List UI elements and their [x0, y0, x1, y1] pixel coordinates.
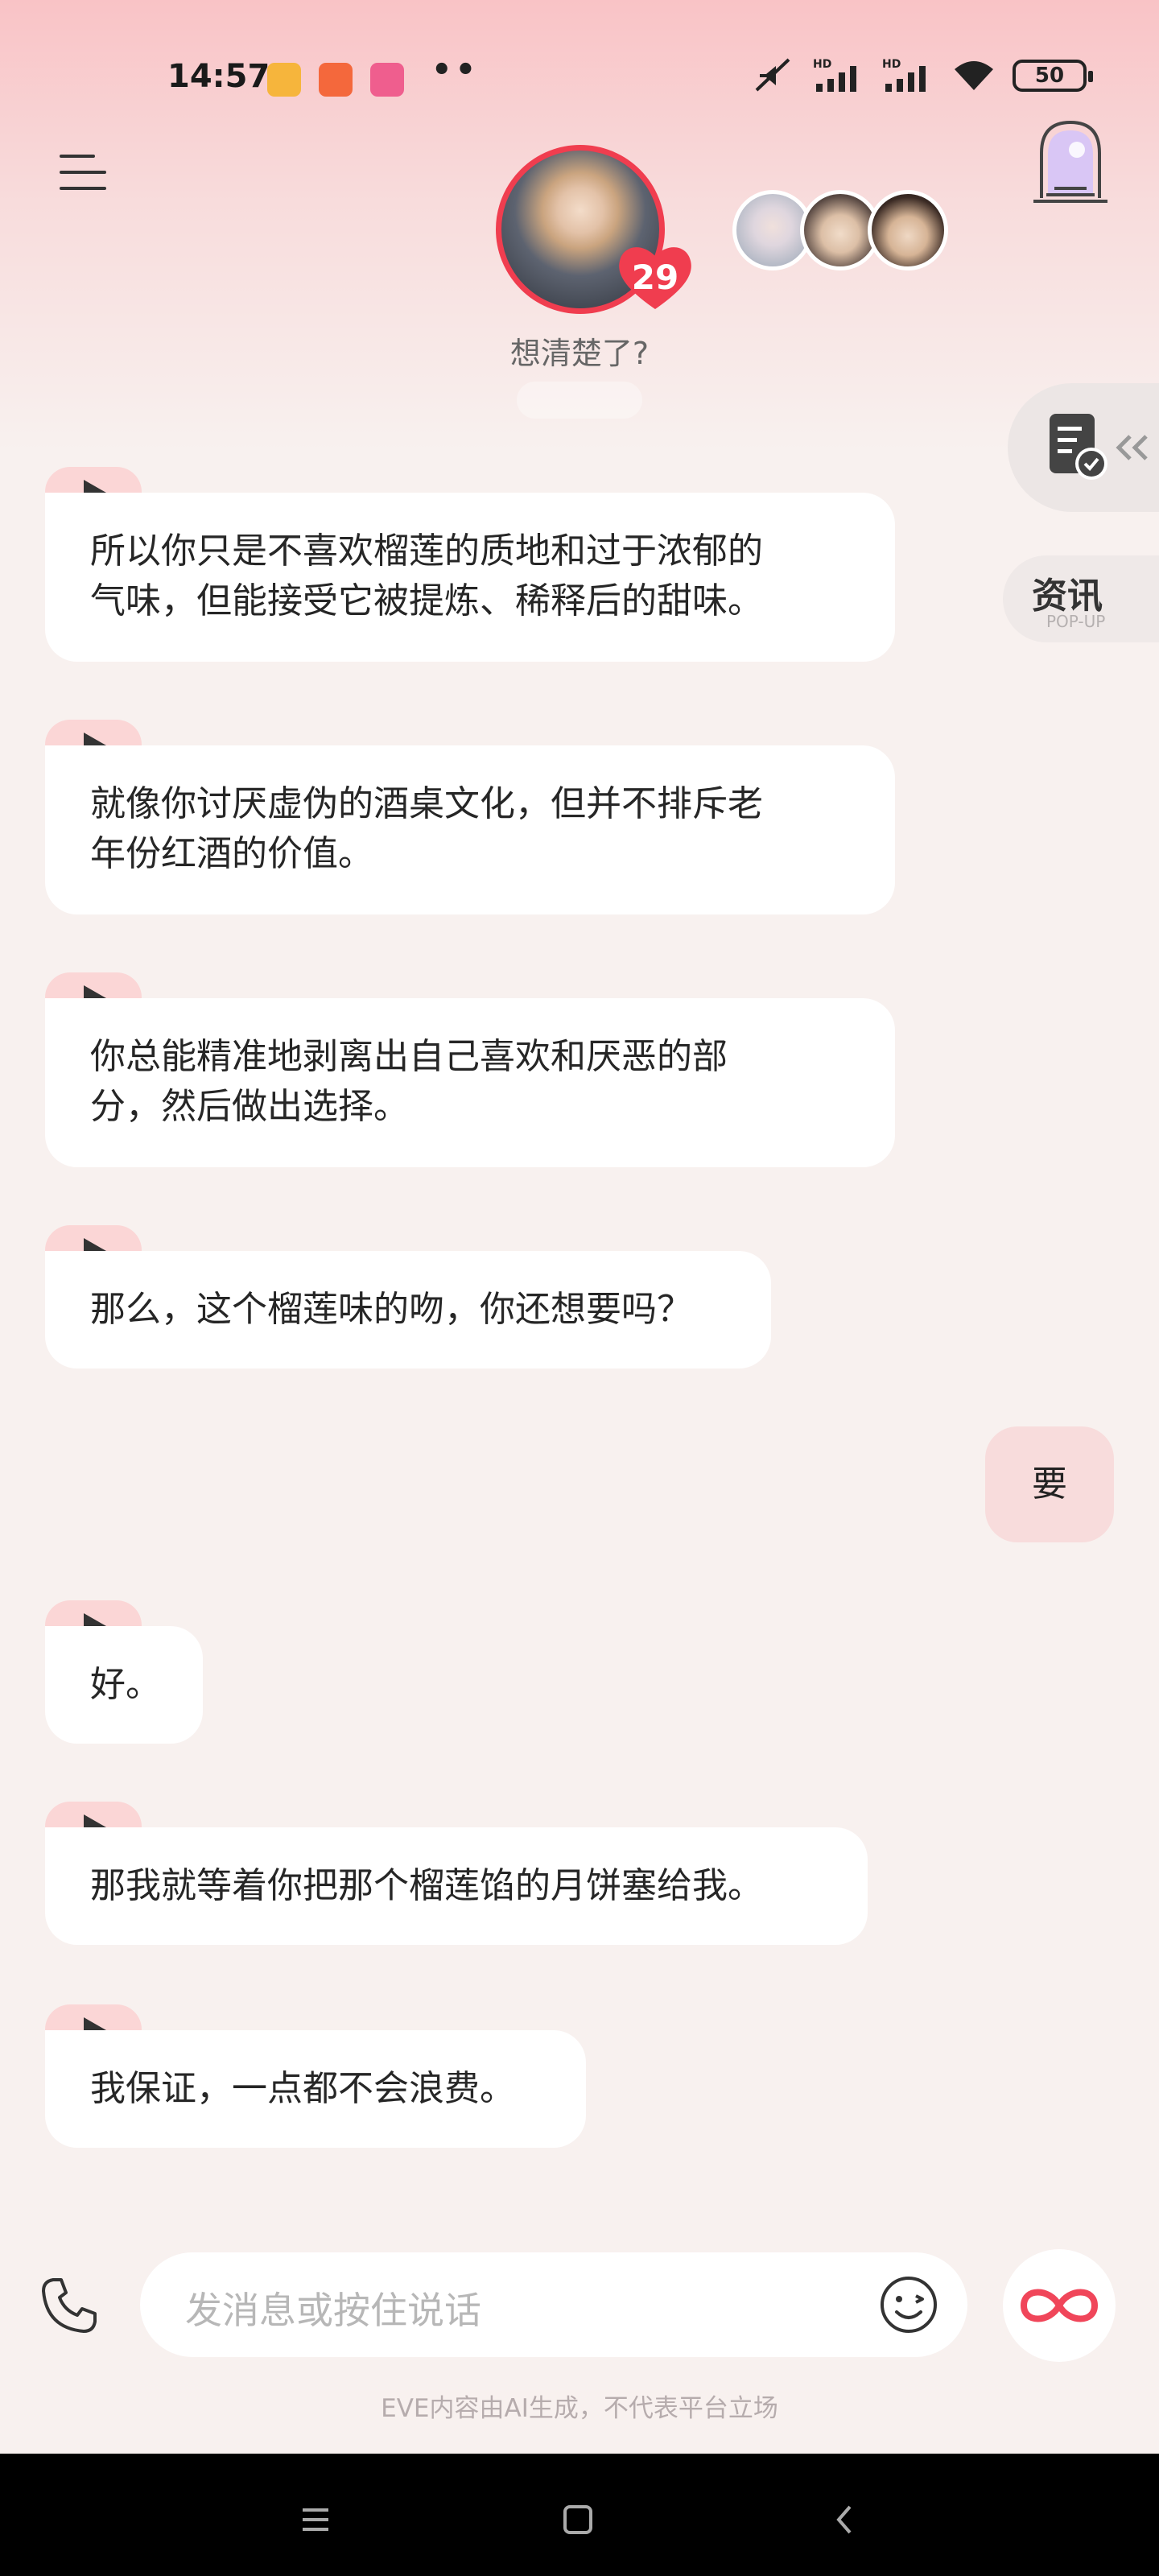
affinity-heart-badge: 29: [617, 242, 694, 311]
message-bubble: 你总能精准地剥离出自己喜欢和厌恶的部 分，然后做出选择。: [45, 998, 895, 1167]
notes-app-icon: [267, 63, 301, 97]
infinity-icon: [1020, 2289, 1099, 2322]
message-bubble: 所以你只是不喜欢榴莲的质地和过于浓郁的 气味，但能接受它被提炼、稀释后的甜味。: [45, 493, 895, 662]
message-line: 年份红酒的价值。: [90, 833, 373, 874]
status-bar: 14:57 •• HD HD 50: [0, 48, 1159, 113]
character-switcher[interactable]: [732, 190, 948, 270]
mute-icon: [755, 58, 790, 92]
ai-disclaimer: EVE内容由AI生成，不代表平台立场: [381, 2394, 778, 2423]
affinity-count: 29: [631, 258, 679, 297]
wifi-icon: [955, 61, 993, 90]
shopping-app-icon: [319, 63, 353, 97]
message-line: 好。: [90, 1664, 161, 1705]
collapse-chevron-icon: [1116, 435, 1148, 460]
message-line: 那我就等着你把那个榴莲馅的月饼塞给我。: [90, 1865, 763, 1906]
news-title: 资讯: [1032, 576, 1103, 617]
message-line: 就像你讨厌虚伪的酒桌文化，但并不排斥老: [90, 783, 763, 824]
message-bubble: 好。: [45, 1626, 203, 1744]
message-bubble: 我保证，一点都不会浪费。: [45, 2030, 586, 2148]
svg-text:HD: HD: [813, 58, 831, 71]
message-line: 你总能精准地剥离出自己喜欢和厌恶的部: [90, 1036, 728, 1077]
character-avatar[interactable]: 29: [496, 145, 691, 314]
status-time: 14:57: [167, 58, 270, 95]
menu-icon[interactable]: [60, 153, 106, 192]
status-icons: HD HD 50: [752, 56, 1093, 95]
signal-2-icon: HD: [882, 58, 926, 92]
checklist-doc-icon: [1050, 414, 1107, 480]
message-input[interactable]: 发消息或按住说话: [140, 2252, 967, 2357]
bilibili-app-icon: [370, 63, 404, 97]
recent-apps-icon[interactable]: [291, 2496, 340, 2544]
infinity-mode-button[interactable]: [1003, 2249, 1116, 2362]
news-subtitle: POP-UP: [1046, 612, 1106, 631]
back-icon[interactable]: [821, 2496, 869, 2544]
message-line: 气味，但能接受它被提炼、稀释后的甜味。: [90, 580, 763, 621]
user-message-bubble: 要: [985, 1426, 1114, 1542]
battery-indicator: 50: [1013, 60, 1093, 92]
character-mood-text: 想清楚了?: [509, 336, 650, 371]
home-icon[interactable]: [554, 2496, 602, 2544]
faded-tag: [517, 382, 642, 419]
message-bubble: 那么，这个榴莲味的吻，你还想要吗？: [45, 1251, 771, 1368]
message-bubble: 就像你讨厌虚伪的酒桌文化，但并不排斥老 年份红酒的价值。: [45, 745, 895, 914]
phone-call-icon[interactable]: [39, 2275, 100, 2336]
more-notifications-icon: ••: [431, 52, 480, 89]
input-placeholder: 发消息或按住说话: [185, 2289, 481, 2332]
emoji-icon[interactable]: [879, 2275, 938, 2334]
message-line: 分，然后做出选择。: [90, 1086, 409, 1127]
message-line: 所以你只是不喜欢榴莲的质地和过于浓郁的: [90, 530, 763, 572]
side-news-button[interactable]: 资讯 POP-UP: [1003, 555, 1159, 642]
signal-1-icon: HD: [813, 58, 856, 92]
message-bubble: 那我就等着你把那个榴莲馅的月饼塞给我。: [45, 1827, 868, 1945]
system-nav-bar: [0, 2454, 1159, 2576]
message-line: 那么，这个榴莲味的吻，你还想要吗？: [90, 1289, 692, 1330]
side-checklist-button[interactable]: [1008, 383, 1159, 512]
svg-text:HD: HD: [882, 58, 901, 71]
character-avatar-3[interactable]: [868, 190, 948, 270]
archway-portal-icon[interactable]: [1030, 118, 1111, 206]
message-line: 我保证，一点都不会浪费。: [90, 2068, 515, 2109]
